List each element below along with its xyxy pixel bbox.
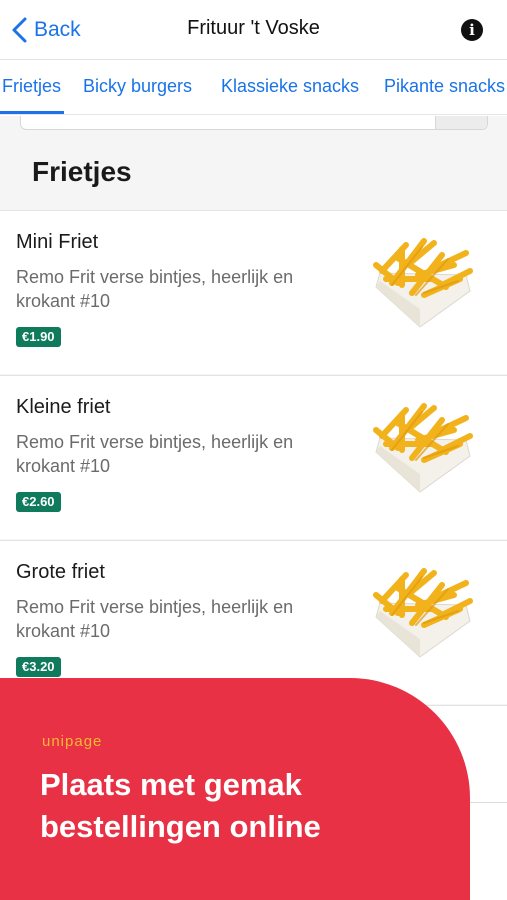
item-name: Mini Friet: [16, 231, 99, 253]
navigation-bar: Back Frituur 't Voske i: [0, 0, 507, 60]
fries-icon: [362, 400, 478, 496]
price-badge: €1.90: [16, 327, 61, 347]
item-description: Remo Frit verse bintjes, heerlijk en kro…: [16, 597, 294, 641]
search-input[interactable]: [20, 116, 488, 130]
search-button[interactable]: [435, 116, 487, 129]
price-badge: €3.20: [16, 657, 61, 677]
tab-klassieke-snacks[interactable]: Klassieke snacks: [221, 76, 359, 97]
fries-icon: [362, 235, 478, 331]
item-name: Kleine friet: [16, 396, 111, 418]
active-tab-indicator: [0, 111, 64, 114]
item-name: Grote friet: [16, 561, 105, 583]
unipage-logo: unipage: [42, 733, 103, 750]
tab-bicky-burgers[interactable]: Bicky burgers: [83, 76, 192, 97]
item-description: Remo Frit verse bintjes, heerlijk en kro…: [16, 267, 294, 311]
category-tabs: Frietjes Bicky burgers Klassieke snacks …: [0, 60, 507, 115]
tab-frietjes[interactable]: Frietjes: [2, 76, 61, 97]
price-badge: €2.60: [16, 492, 61, 512]
info-icon[interactable]: i: [461, 19, 483, 41]
page-title: Frituur 't Voske: [187, 17, 320, 39]
section-title: Frietjes: [32, 156, 132, 187]
menu-item[interactable]: Kleine friet Remo Frit verse bintjes, he…: [0, 375, 507, 539]
tab-pikante-snacks[interactable]: Pikante snacks: [384, 76, 505, 97]
item-description: Remo Frit verse bintjes, heerlijk en kro…: [16, 432, 294, 476]
promo-banner[interactable]: unipage Plaats met gemak bestellingen on…: [0, 678, 470, 900]
fries-icon: [362, 565, 478, 661]
menu-item[interactable]: Mini Friet Remo Frit verse bintjes, heer…: [0, 210, 507, 374]
banner-headline: Plaats met gemak bestellingen online: [40, 767, 321, 844]
card-edge: [467, 802, 507, 900]
